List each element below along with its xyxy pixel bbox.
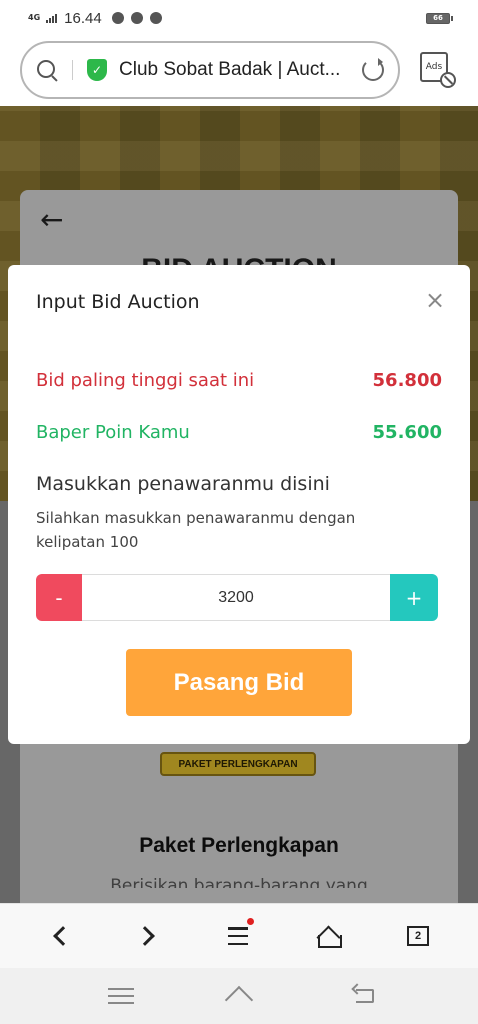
chevron-left-icon: [53, 926, 73, 946]
block-icon: [440, 72, 456, 88]
tabs-button[interactable]: 2: [402, 920, 434, 952]
browser-bottom-nav: 2: [0, 903, 478, 968]
system-home-icon[interactable]: [224, 985, 254, 1015]
points-row: Baper Poin Kamu 55.600: [36, 422, 442, 443]
status-left: 4G 16.44: [28, 10, 165, 27]
home-button[interactable]: [312, 920, 344, 952]
system-back-icon[interactable]: [356, 989, 374, 1003]
enter-bid-label: Masukkan penawaranmu disini: [36, 473, 330, 495]
recent-apps-icon[interactable]: [108, 988, 134, 1004]
page-title-in-url[interactable]: Club Sobat Badak | Auct...: [119, 59, 356, 81]
points-label: Baper Poin Kamu: [36, 422, 190, 443]
highest-bid-row: Bid paling tinggi saat ini 56.800: [36, 370, 442, 391]
chat-notification-icon: [111, 12, 124, 24]
forward-button[interactable]: [132, 920, 164, 952]
decrease-button[interactable]: -: [36, 574, 82, 621]
url-field[interactable]: ✓ Club Sobat Badak | Auct...: [20, 41, 400, 99]
submit-bid-button[interactable]: Pasang Bid: [126, 649, 352, 716]
search-icon[interactable]: [36, 59, 58, 81]
back-button[interactable]: [44, 920, 76, 952]
home-icon: [317, 926, 342, 948]
status-time: 16.44: [64, 9, 102, 27]
check-notification-icon: [130, 12, 143, 24]
ad-block-button[interactable]: Ads: [420, 52, 456, 88]
enter-bid-hint: Silahkan masukkan penawaranmu dengan kel…: [36, 509, 356, 551]
notification-dot: [247, 918, 254, 925]
system-nav-bar: [0, 968, 478, 1024]
modal-title: Input Bid Auction: [36, 291, 200, 313]
browser-address-bar: ✓ Club Sobat Badak | Auct... Ads: [0, 36, 478, 106]
reload-icon[interactable]: [362, 58, 384, 81]
shield-check-icon: ✓: [87, 59, 107, 81]
chevron-right-icon: [135, 926, 155, 946]
bid-modal: Input Bid Auction × Bid paling tinggi sa…: [8, 265, 470, 744]
url-separator: [72, 60, 73, 80]
increase-button[interactable]: +: [390, 574, 438, 621]
battery-icon: 66: [426, 12, 453, 24]
highest-bid-value: 56.800: [372, 370, 442, 391]
menu-icon: [228, 927, 248, 945]
bid-stepper: - 3200 +: [36, 574, 438, 621]
network-type: 4G: [28, 13, 41, 22]
tabs-icon: 2: [407, 926, 429, 946]
close-icon[interactable]: ×: [424, 288, 446, 312]
browser-notification-icon: [149, 12, 162, 24]
highest-bid-label: Bid paling tinggi saat ini: [36, 370, 255, 391]
status-bar: 4G 16.44 66: [0, 0, 478, 36]
menu-button[interactable]: [222, 918, 254, 952]
bid-input[interactable]: 3200: [82, 574, 390, 621]
signal-icon: [46, 13, 58, 23]
points-value: 55.600: [372, 422, 442, 443]
